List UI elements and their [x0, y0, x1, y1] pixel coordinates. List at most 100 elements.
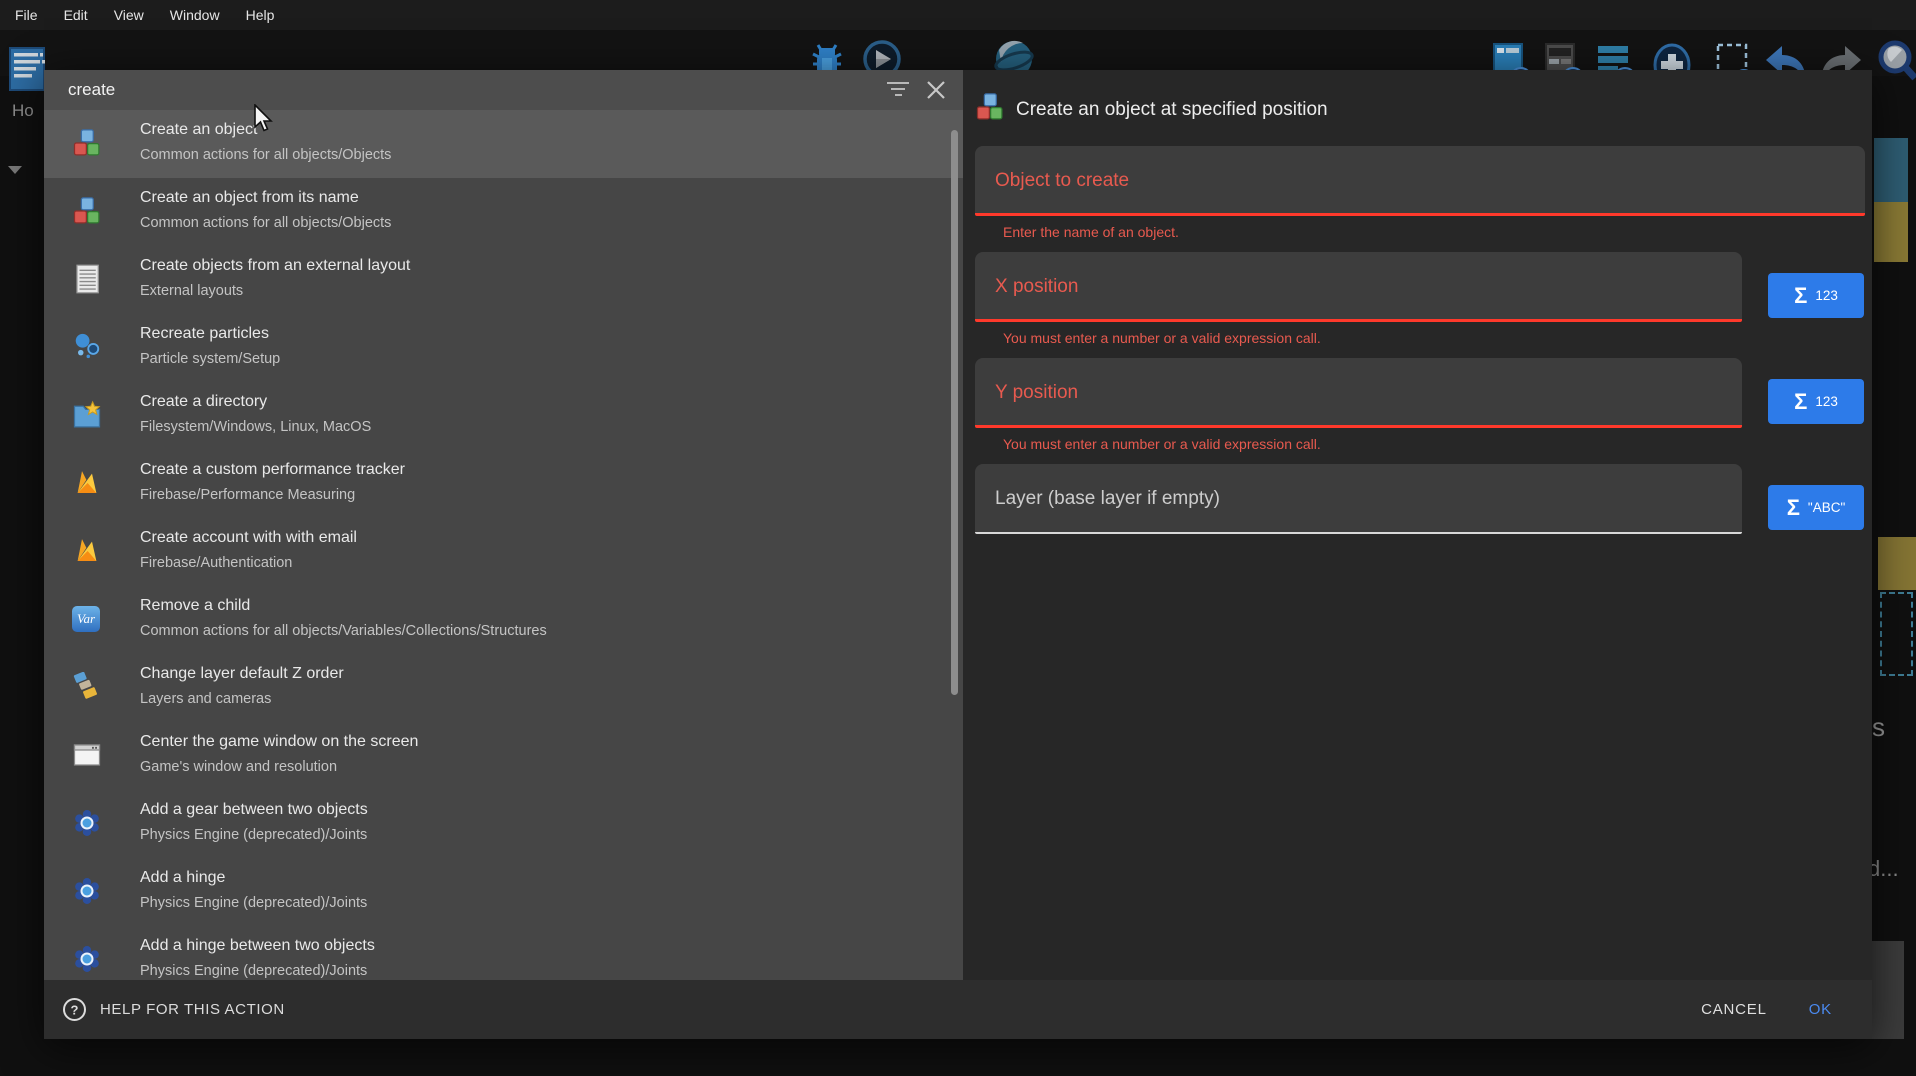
menu-item-window[interactable]: Window: [159, 3, 231, 27]
object-to-create-field[interactable]: Object to create: [975, 146, 1865, 216]
physics-icon: [72, 808, 102, 838]
x-position-field[interactable]: X position: [975, 252, 1742, 322]
external-layout-icon: [72, 264, 102, 294]
action-item-subtitle: Firebase/Authentication: [140, 555, 292, 571]
action-list-item[interactable]: Add a gear between two objectsPhysics En…: [44, 790, 963, 858]
action-header: Create an object at specified position: [963, 70, 1872, 127]
firebase-icon: [72, 536, 102, 566]
project-manager-icon[interactable]: [8, 46, 48, 92]
cubes-icon: [72, 196, 102, 226]
list-scrollbar[interactable]: [951, 130, 958, 695]
help-icon: ?: [62, 997, 87, 1022]
instruction-editor-dialog: Create an object Common actions for all o…: [44, 70, 1872, 1039]
action-item-title: Center the game window on the screen: [140, 733, 418, 751]
action-search-panel: Create an object Common actions for all o…: [44, 70, 963, 980]
background-panel-fragment: [1872, 941, 1904, 1039]
action-list-item[interactable]: Add a hinge between two objectsPhysics E…: [44, 926, 963, 980]
action-list-item[interactable]: Create account with with email Firebase/A…: [44, 518, 963, 586]
background-event-block: [1874, 138, 1908, 202]
action-item-title: Remove a child: [140, 597, 250, 615]
y-position-label: Y position: [995, 382, 1078, 404]
action-item-title: Add a hinge: [140, 869, 225, 887]
x-position-expression-builder-button[interactable]: Σ 123: [1768, 273, 1864, 318]
action-item-title: Create objects from an external layout: [140, 257, 410, 275]
x-position-helper-text: You must enter a number or a valid expre…: [1003, 330, 1872, 346]
expression-type-label: 123: [1815, 288, 1838, 303]
y-position-helper-text: You must enter a number or a valid expre…: [1003, 436, 1872, 452]
z-order-icon: [72, 672, 102, 702]
sigma-icon: Σ: [1794, 283, 1807, 309]
cancel-button[interactable]: CANCEL: [1701, 1001, 1767, 1018]
action-item-subtitle: Game's window and resolution: [140, 759, 337, 775]
action-list-item[interactable]: Create an object from its name Common act…: [44, 178, 963, 246]
action-results-list: Create an object Common actions for all o…: [44, 110, 963, 980]
expression-type-label: "ABC": [1808, 500, 1845, 515]
menu-item-edit[interactable]: Edit: [53, 3, 99, 27]
action-item-subtitle: Firebase/Performance Measuring: [140, 487, 355, 503]
object-to-create-helper-text: Enter the name of an object.: [1003, 224, 1872, 240]
background-event-block: [1878, 537, 1916, 590]
y-position-expression-builder-button[interactable]: Σ123: [1768, 379, 1864, 424]
action-list-item[interactable]: Var Remove a child Common actions for all …: [44, 586, 963, 654]
action-item-subtitle: Particle system/Setup: [140, 351, 280, 367]
action-list-item[interactable]: Create objects from an external layoutEx…: [44, 246, 963, 314]
action-item-title: Create a custom performance tracker: [140, 461, 405, 479]
filter-icon[interactable]: [885, 82, 911, 98]
home-tab[interactable]: Ho: [12, 101, 46, 121]
menu-bar: FileEditViewWindowHelp: [0, 0, 1916, 30]
clear-search-icon[interactable]: [925, 79, 947, 101]
action-item-title: Create account with with email: [140, 529, 357, 547]
action-item-title: Create a directory: [140, 393, 267, 411]
search-events-icon[interactable]: [1876, 38, 1916, 90]
action-item-subtitle: Filesystem/Windows, Linux, MacOS: [140, 419, 371, 435]
cubes-icon: [975, 92, 1005, 127]
help-label: HELP FOR THIS ACTION: [100, 1001, 285, 1018]
action-parameters-panel: Create an object at specified position O…: [963, 70, 1872, 980]
background-text-fragment: d...: [1868, 856, 1899, 882]
variable-icon: Var: [72, 606, 100, 632]
menu-item-help[interactable]: Help: [235, 3, 286, 27]
search-input[interactable]: [68, 70, 828, 110]
action-list-item[interactable]: Create an object Common actions for all o…: [44, 110, 963, 178]
x-position-label: X position: [995, 276, 1078, 298]
layer-expression-builder-button[interactable]: Σ"ABC": [1768, 485, 1864, 530]
action-item-subtitle: Common actions for all objects/Objects: [140, 147, 391, 163]
mouse-cursor: [252, 104, 274, 134]
expression-type-label: 123: [1815, 394, 1838, 409]
action-list-item[interactable]: Change layer default Z order Layers and c…: [44, 654, 963, 722]
action-list-item[interactable]: Create a custom performance tracker Fireb…: [44, 450, 963, 518]
cubes-icon: [72, 128, 102, 158]
particles-icon: [72, 332, 102, 362]
action-item-title: Create an object: [140, 121, 257, 139]
background-text-fragment: s: [1872, 712, 1885, 743]
dropdown-arrow-icon[interactable]: [8, 166, 22, 174]
action-item-subtitle: Layers and cameras: [140, 691, 271, 707]
window-icon: [72, 740, 102, 770]
y-position-field[interactable]: Y position: [975, 358, 1742, 428]
action-list-item[interactable]: Create a directory Filesystem/Windows, Li…: [44, 382, 963, 450]
help-for-action-button[interactable]: ? HELP FOR THIS ACTION: [62, 997, 285, 1022]
layer-label: Layer (base layer if empty): [995, 488, 1220, 510]
directory-icon: [72, 400, 102, 430]
search-bar: [44, 70, 963, 110]
cubes-icon: [975, 92, 1005, 122]
action-title: Create an object at specified position: [1016, 99, 1328, 121]
action-item-title: Change layer default Z order: [140, 665, 344, 683]
menu-item-file[interactable]: File: [4, 3, 49, 27]
action-item-subtitle: Common actions for all objects/Objects: [140, 215, 391, 231]
action-item-subtitle: Common actions for all objects/Variables…: [140, 623, 547, 639]
action-item-subtitle: Physics Engine (deprecated)/Joints: [140, 827, 367, 843]
dialog-footer: ? HELP FOR THIS ACTION CANCEL OK: [44, 980, 1872, 1039]
action-list-item[interactable]: Center the game window on the screen Game…: [44, 722, 963, 790]
physics-icon: [72, 944, 102, 974]
menu-item-view[interactable]: View: [103, 3, 155, 27]
action-list-item[interactable]: Add a hingePhysics Engine (deprecated)/J…: [44, 858, 963, 926]
svg-text:?: ?: [71, 1003, 79, 1018]
action-item-title: Add a hinge between two objects: [140, 937, 375, 955]
layer-field[interactable]: Layer (base layer if empty): [975, 464, 1742, 534]
gdevelop-window: FileEditViewWindowHelp: [0, 0, 1916, 1076]
firebase-icon: [72, 468, 102, 498]
action-item-title: Create an object from its name: [140, 189, 359, 207]
action-list-item[interactable]: Recreate particlesParticle system/Setup: [44, 314, 963, 382]
ok-button[interactable]: OK: [1809, 1001, 1832, 1018]
